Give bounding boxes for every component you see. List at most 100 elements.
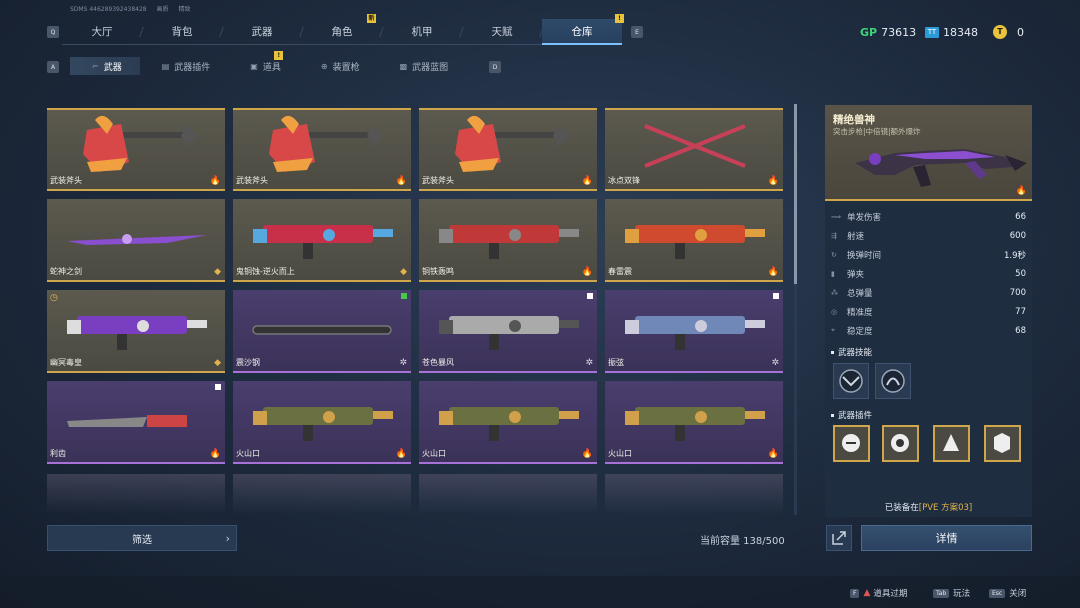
weapon-name: 武装斧头 [422, 176, 454, 185]
weapon-card[interactable]: 武装斧头 🔥 [47, 108, 225, 191]
weapon-card[interactable]: 武装斧头 🔥 [233, 108, 411, 191]
subtab-blueprints[interactable]: ▩ 武器蓝图 [378, 57, 467, 75]
hint-gameplay[interactable]: Tab 玩法 [933, 587, 970, 599]
magazine-icon: ▮ [831, 269, 835, 278]
stat-row: ⇶ 射速 600 [831, 230, 1026, 242]
weapon-card-partial[interactable] [233, 474, 411, 514]
gp-icon: GP [860, 25, 878, 39]
alert-badge: ! [615, 14, 624, 23]
weapon-name: 武装斧头 [236, 176, 268, 185]
weapon-card[interactable]: 振弦 ✲ [605, 290, 783, 373]
tt-currency: TT 18348 [925, 24, 978, 40]
reload-icon: ↻ [831, 250, 837, 259]
weapon-card[interactable]: ◷ 幽冥毒皇 ◆ [47, 290, 225, 373]
weapon-card[interactable]: 冰点双锋 🔥 [605, 108, 783, 191]
weapon-image [439, 225, 579, 259]
external-link-icon [832, 531, 846, 545]
green-tag-icon: ◆ [214, 358, 221, 368]
device-gun-icon: ⊕ [320, 61, 328, 71]
subtab-device-guns[interactable]: ⊕ 装置枪 [299, 57, 378, 75]
weapon-image [253, 407, 393, 441]
tab-backpack[interactable]: 背包 [142, 19, 224, 45]
plugin-slot-icon[interactable] [984, 425, 1021, 462]
hint-item-expire[interactable]: F ▲ 道具过期 [850, 587, 907, 599]
weapon-card-partial[interactable] [605, 474, 783, 514]
weapon-image [625, 316, 765, 350]
detail-header: 精绝兽神 突击步枪|中倍镜|额外爆炸 🔥 [825, 105, 1032, 201]
tab-lobby[interactable]: 大厅 [62, 19, 144, 45]
plugin-icon: ▤ [161, 61, 170, 71]
tab-mecha[interactable]: 机甲 [382, 19, 464, 45]
subtab-weapon-plugins[interactable]: ▤ 武器插件 [140, 57, 229, 75]
tab-weapons[interactable]: 武器 [222, 19, 304, 45]
weapon-card[interactable]: 利齿 🔥 [47, 381, 225, 464]
weapon-name: 苍色暴风 [422, 358, 454, 367]
weapon-skill-icon[interactable] [875, 363, 911, 399]
blueprint-icon: ▩ [399, 61, 408, 71]
key-a-hint[interactable]: A [47, 61, 59, 73]
weapon-card[interactable]: 火山口 🔥 [419, 381, 597, 464]
tab-characters[interactable]: 角色 新 [302, 14, 384, 45]
weapon-image [67, 316, 207, 350]
weapon-card[interactable]: 蛇神之剑 ◆ [47, 199, 225, 282]
plugin-slot-icon[interactable] [833, 425, 870, 462]
weapon-skill-icon[interactable] [833, 363, 869, 399]
account-id: SDMS 446289392438428 [70, 6, 147, 13]
weapon-card[interactable]: 苍色暴风 ✲ [419, 290, 597, 373]
weapon-image [439, 316, 579, 350]
gp-value: 73613 [881, 25, 917, 39]
fire-icon: 🔥 [1015, 186, 1027, 196]
weapon-card[interactable]: 春雷震 🔥 [605, 199, 783, 282]
new-badge: 新 [367, 14, 376, 23]
weapon-card[interactable]: 铜铁轰鸣 🔥 [419, 199, 597, 282]
stat-row: ⁂ 总弹量 700 [831, 287, 1026, 299]
hint-close[interactable]: Esc 关闭 [989, 587, 1026, 599]
plugins-title: 武器插件 [831, 409, 872, 421]
top-nav: 大厅 背包 武器 角色 新 机甲 天赋 仓库 ! [62, 14, 624, 45]
weapon-name: 鬼铜蚀-逆火而上 [236, 267, 295, 276]
weapon-card[interactable]: 鬼铜蚀-逆火而上 ◆ [233, 199, 411, 282]
fire-icon: 🔥 [581, 267, 593, 277]
details-button[interactable]: 详情 [861, 525, 1032, 551]
new-marker [401, 293, 407, 299]
chevron-right-icon: › [225, 532, 230, 545]
scrollbar[interactable] [794, 104, 797, 515]
fire-icon: 🔥 [395, 449, 407, 459]
weapon-card-partial[interactable] [419, 474, 597, 514]
plugin-slot-icon[interactable] [882, 425, 919, 462]
weapon-name: 铜铁轰鸣 [422, 267, 454, 276]
plugin-slot-icon[interactable] [933, 425, 970, 462]
weapon-card[interactable]: 火山口 🔥 [233, 381, 411, 464]
star-burst-icon: ✲ [585, 358, 593, 368]
gun-icon: ⌐ [92, 61, 99, 71]
scrollbar-thumb[interactable] [794, 104, 797, 284]
stats-list: ⟹ 单发伤害 66 ⇶ 射速 600 ↻ 换弹时间 1.9秒 ▮ 弹夹 50 ⁂ 总弹量 700 ◎… [825, 207, 1032, 340]
account-info: SDMS 446289392438428 画质 精致 [70, 4, 198, 13]
quality-label: 画质 [156, 6, 169, 13]
green-tag-icon: ◆ [214, 267, 221, 277]
subtab-items[interactable]: ▣ 道具 ! [228, 51, 299, 75]
weapon-image [67, 234, 207, 245]
weapon-name: 幽冥毒皇 [50, 358, 82, 367]
weapon-image [439, 407, 579, 441]
subtab-weapons[interactable]: ⌐ 武器 [70, 57, 140, 75]
tab-warehouse[interactable]: 仓库 ! [542, 14, 624, 45]
weapon-card-partial[interactable] [47, 474, 225, 514]
weapon-image [252, 325, 392, 335]
weapon-card[interactable]: 震沙钢 ✲ [233, 290, 411, 373]
fire-icon: 🔥 [209, 176, 221, 186]
green-tag-icon: ◆ [400, 267, 407, 277]
tt-icon: TT [925, 26, 939, 38]
key-d-hint[interactable]: D [489, 61, 501, 73]
stat-row: ⟹ 单发伤害 66 [831, 211, 1026, 223]
weapon-card[interactable]: 火山口 🔥 [605, 381, 783, 464]
tab-talent[interactable]: 天赋 [462, 19, 544, 45]
key-e-hint[interactable]: E [631, 26, 643, 38]
filter-button[interactable]: 筛选 › [47, 525, 237, 551]
key-q-hint[interactable]: Q [47, 26, 59, 38]
weapon-detail-panel: 精绝兽神 突击步枪|中倍镜|额外爆炸 🔥 ⟹ 单发伤害 66 ⇶ 射速 600 ↻ 换弹时… [825, 105, 1032, 517]
share-button[interactable] [826, 525, 852, 551]
coin-currency: T 0 [993, 24, 1024, 40]
weapon-card[interactable]: 武装斧头 🔥 [419, 108, 597, 191]
tt-value: 18348 [943, 25, 978, 39]
